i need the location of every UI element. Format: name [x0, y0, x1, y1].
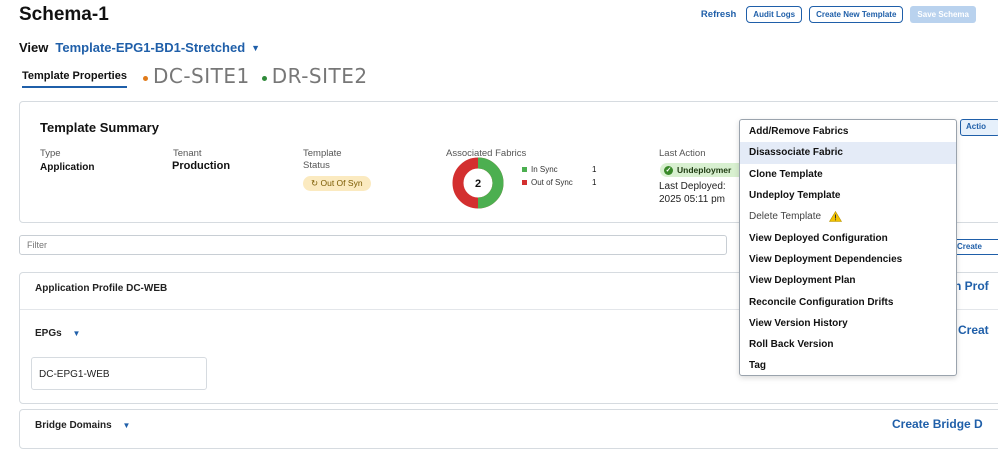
menu-item-label: Delete Template	[749, 211, 822, 223]
epgs-section-toggle[interactable]: EPGs ▼	[35, 328, 80, 339]
last-action-value: Undeploymer	[677, 165, 732, 175]
application-profile-link[interactable]: n Prof	[954, 279, 989, 293]
legend-out-of-sync: Out of Sync 1	[522, 178, 596, 187]
top-actions: Refresh Audit Logs Create New Template S…	[701, 6, 976, 23]
filter-input[interactable]	[19, 235, 727, 255]
menu-item-roll-back-version[interactable]: Roll Back Version	[740, 334, 956, 355]
template-dropdown[interactable]: Template-EPG1-BD1-Stretched	[55, 40, 245, 55]
legend-label: Out of Sync	[531, 178, 573, 187]
epg-card[interactable]: DC-EPG1-WEB	[31, 357, 207, 390]
application-profile-title: Application Profile DC-WEB	[35, 283, 168, 294]
page-title: Schema-1	[19, 4, 109, 25]
tenant-label: Tenant	[173, 148, 202, 159]
last-deployed-line1: Last Deployed:	[659, 181, 726, 192]
menu-item-view-deployment-dependencies[interactable]: View Deployment Dependencies	[740, 249, 956, 270]
view-label: View	[19, 40, 49, 55]
site-status-dot	[142, 75, 148, 81]
refresh-button[interactable]: Refresh	[701, 9, 736, 20]
menu-item-view-deployed-configuration[interactable]: View Deployed Configuration	[740, 227, 956, 248]
menu-item-view-deployment-plan[interactable]: View Deployment Plan	[740, 270, 956, 291]
last-deployed-line2: 2025 05:11 pm	[659, 194, 725, 205]
type-value: Application	[40, 162, 95, 173]
audit-logs-button[interactable]: Audit Logs	[746, 6, 803, 23]
bridge-domains-label: Bridge Domains	[35, 420, 112, 431]
fabrics-donut-chart: 2	[452, 157, 504, 209]
actions-menu: Add/Remove Fabrics Disassociate Fabric C…	[739, 119, 957, 376]
legend-swatch	[522, 167, 527, 172]
legend-count: 1	[592, 178, 597, 187]
bridge-domains-card: Bridge Domains ▼ Create Bridge D	[19, 409, 998, 449]
legend-in-sync: In Sync 1	[522, 165, 596, 174]
tab-bar: Template Properties DC-SITE1 DR-SITE2	[22, 64, 380, 88]
tab-template-properties[interactable]: Template Properties	[22, 64, 127, 88]
last-deployed-text: Last Deployed: 2025 05:11 pm	[659, 180, 726, 206]
menu-item-disassociate-fabric[interactable]: Disassociate Fabric	[740, 142, 956, 164]
status-badge: ↻ Out Of Syn	[303, 176, 371, 191]
chevron-down-icon[interactable]: ▼	[251, 43, 260, 53]
create-button[interactable]: Create	[953, 239, 998, 255]
chevron-down-icon: ▼	[72, 329, 81, 338]
status-label-line1: Template	[303, 148, 342, 159]
legend-swatch	[522, 180, 527, 185]
type-label: Type	[40, 148, 61, 159]
create-bridge-domain-link[interactable]: Create Bridge D	[892, 417, 983, 431]
legend-label: In Sync	[531, 165, 558, 174]
sync-icon: ↻	[311, 178, 319, 188]
tenant-value: Production	[172, 160, 231, 172]
site-tab-label: DC-SITE1	[152, 64, 250, 88]
epg-name: DC-EPG1-WEB	[39, 369, 110, 380]
menu-item-tag[interactable]: Tag	[740, 355, 956, 376]
site-status-dot	[261, 75, 267, 81]
summary-title: Template Summary	[40, 120, 159, 135]
menu-item-clone-template[interactable]: Clone Template	[740, 164, 956, 185]
menu-item-delete-template[interactable]: Delete Template	[740, 206, 956, 227]
menu-item-view-version-history[interactable]: View Version History	[740, 313, 956, 334]
menu-item-undeploy-template[interactable]: Undeploy Template	[740, 185, 956, 206]
check-circle-icon: ✓	[664, 165, 673, 175]
site-tab-label: DR-SITE2	[271, 64, 368, 88]
fabrics-total: 2	[475, 178, 481, 190]
create-epg-link[interactable]: Creat	[958, 323, 989, 337]
tab-site-2[interactable]: DR-SITE2	[261, 64, 368, 88]
menu-item-reconcile-configuration-drifts[interactable]: Reconcile Configuration Drifts	[740, 291, 956, 312]
last-action-label: Last Action	[659, 148, 706, 159]
bridge-domains-toggle[interactable]: Bridge Domains ▼	[35, 420, 130, 431]
menu-item-add-remove-fabrics[interactable]: Add/Remove Fabrics	[740, 121, 956, 142]
epgs-label: EPGs	[35, 328, 62, 339]
chevron-down-icon: ▼	[122, 421, 131, 430]
status-value: Out Of Syn	[320, 178, 363, 188]
status-label-line2: Status	[303, 160, 330, 171]
legend-count: 1	[592, 165, 597, 174]
actions-button[interactable]: Actio	[960, 119, 998, 136]
last-action-badge: ✓ Undeploymer	[660, 163, 750, 177]
view-selector: View Template-EPG1-BD1-Stretched ▼	[19, 40, 260, 55]
save-schema-button[interactable]: Save Schema	[910, 6, 976, 23]
warning-icon	[829, 211, 843, 223]
tab-site-1[interactable]: DC-SITE1	[142, 64, 250, 88]
create-new-template-button[interactable]: Create New Template	[809, 6, 904, 23]
